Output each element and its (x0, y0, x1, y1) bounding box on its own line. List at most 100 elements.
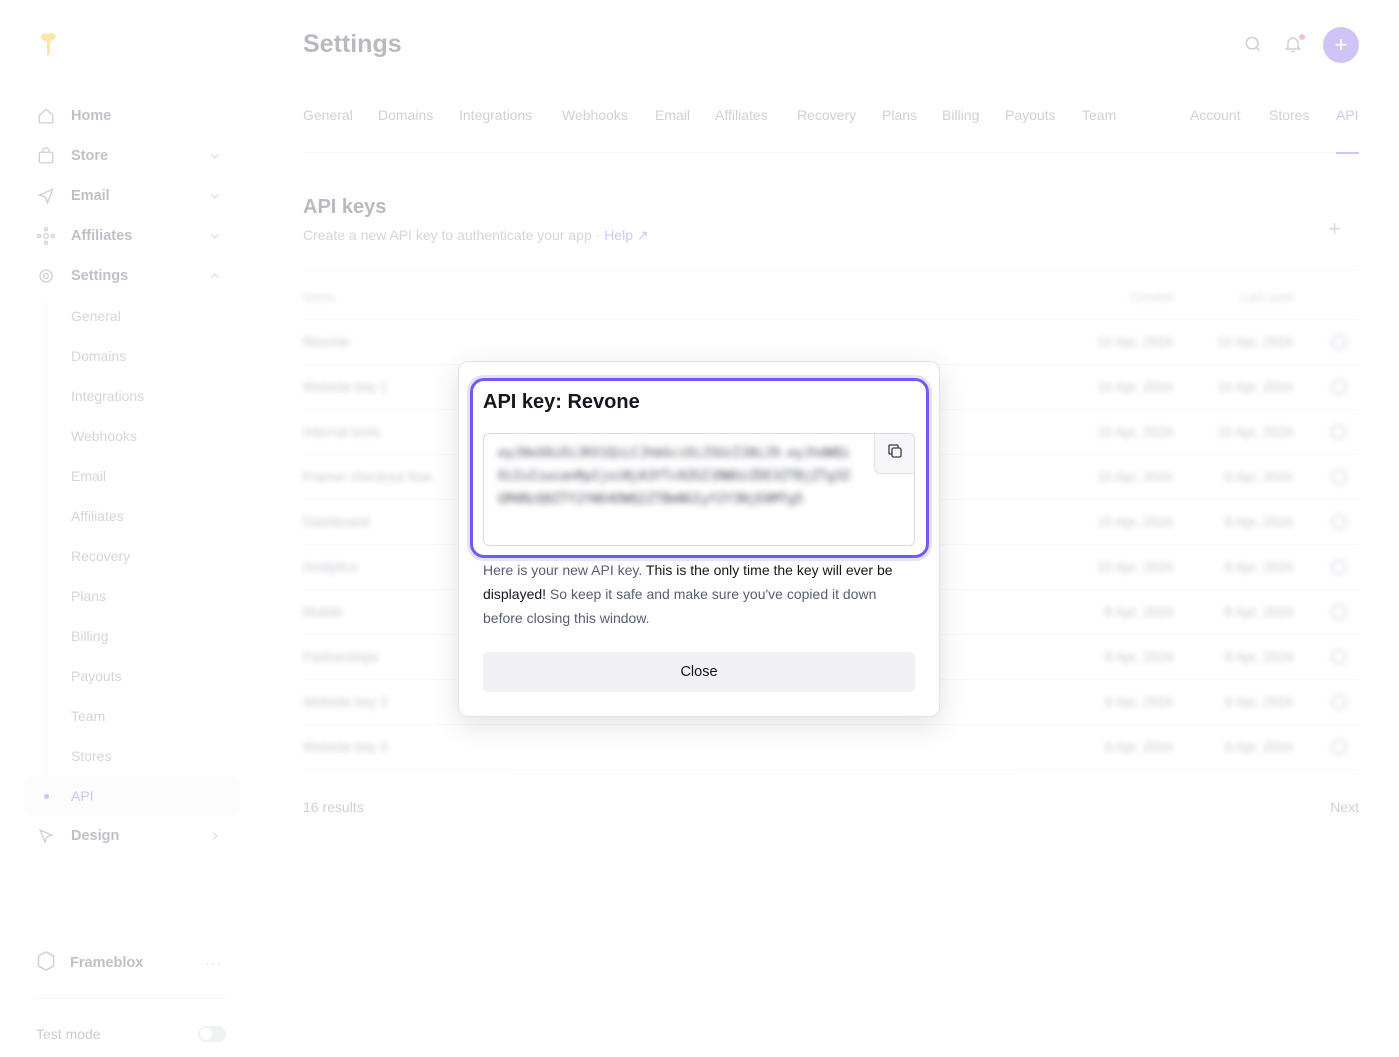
modal-title: API key: Revone (483, 391, 640, 413)
chevron-up-icon[interactable] (208, 269, 222, 283)
tab-billing[interactable]: Billing (942, 107, 979, 153)
api-key-field[interactable]: eyJ0eXAiOiJKV1QiLCJhbGciOiJSUzI1NiJ9.eyJ… (483, 433, 915, 546)
api-key-value[interactable]: eyJ0eXAiOiJKV1QiLCJhbGciOiJSUzI1NiJ9.eyJ… (498, 442, 858, 511)
sidebar-item-settings[interactable]: Settings (24, 256, 240, 296)
row-actions-icon[interactable] (1331, 514, 1347, 530)
sidebar-item-home[interactable]: Home (24, 96, 240, 136)
row-last-used: 8 Apr, 2024 (1224, 559, 1293, 575)
row-name: Mobile (303, 604, 343, 620)
search-icon[interactable] (1243, 34, 1265, 56)
sidebar-item-affiliates[interactable]: Affiliates (24, 216, 240, 256)
network-icon (36, 226, 56, 246)
row-actions-icon[interactable] (1331, 604, 1347, 620)
close-button[interactable]: Close (483, 652, 915, 692)
sidebar-subitem-webhooks[interactable]: Webhooks (24, 416, 240, 456)
row-last-used: 8 Apr, 2024 (1224, 469, 1293, 485)
sidebar-subitem-integrations[interactable]: Integrations (24, 376, 240, 416)
sidebar-subitem-api[interactable]: API (24, 776, 240, 816)
row-created: 10 Apr, 2024 (1097, 514, 1173, 530)
sidebar-item-email[interactable]: Email (24, 176, 240, 216)
workspace-switcher[interactable]: Frameblox ··· (36, 950, 226, 976)
row-actions-icon[interactable] (1331, 649, 1347, 665)
chevron-down-icon[interactable] (208, 189, 222, 203)
row-created: 8 Apr, 2024 (1104, 649, 1173, 665)
section-title: API keys (303, 196, 387, 218)
sidebar-subitem-payouts[interactable]: Payouts (24, 656, 240, 696)
settings-tabs: General Domains Integrations Webhooks Em… (303, 107, 1359, 154)
sidebar-subitem-email[interactable]: Email (24, 456, 240, 496)
row-name: Website key 3 (303, 739, 388, 755)
send-icon (36, 186, 56, 206)
test-mode-row: Test mode (36, 1026, 226, 1042)
row-created: 8 Apr, 2024 (1104, 739, 1173, 755)
row-actions-icon[interactable] (1331, 694, 1347, 710)
settings-submenu: General Domains Integrations Webhooks Em… (24, 296, 240, 816)
row-actions-icon[interactable] (1331, 379, 1347, 395)
tab-email[interactable]: Email (655, 107, 690, 153)
row-actions-icon[interactable] (1331, 469, 1347, 485)
sidebar-subitem-team[interactable]: Team (24, 696, 240, 736)
row-last-used: 8 Apr, 2024 (1224, 604, 1293, 620)
help-link[interactable]: Help ↗ (604, 227, 648, 243)
more-options-icon[interactable]: ··· (205, 955, 222, 971)
row-last-used: 8 Apr, 2024 (1224, 739, 1293, 755)
cursor-icon (36, 826, 56, 846)
row-created: 10 Apr, 2024 (1097, 334, 1173, 350)
row-name: Dashboard (303, 514, 370, 530)
row-created: 10 Apr, 2024 (1097, 469, 1173, 485)
tab-integrations[interactable]: Integrations (459, 107, 532, 153)
tab-plans[interactable]: Plans (882, 107, 917, 153)
row-actions-icon[interactable] (1331, 334, 1347, 350)
test-mode-label: Test mode (36, 1026, 101, 1042)
bell-icon[interactable] (1283, 34, 1305, 56)
row-last-used: 10 Apr, 2024 (1217, 334, 1293, 350)
sidebar-item-label: Store (71, 148, 109, 164)
api-key-modal: API key: Revone eyJ0eXAiOiJKV1QiLCJhbGci… (458, 361, 940, 717)
add-api-key-button[interactable]: + (1328, 216, 1341, 242)
home-icon (36, 106, 56, 126)
create-button[interactable]: + (1323, 27, 1359, 63)
tab-payouts[interactable]: Payouts (1005, 107, 1056, 153)
sidebar-subitem-domains[interactable]: Domains (24, 336, 240, 376)
sidebar-item-design[interactable]: Design (24, 816, 240, 856)
tab-account[interactable]: Account (1190, 107, 1241, 153)
row-created: 10 Apr, 2024 (1097, 424, 1173, 440)
row-actions-icon[interactable] (1331, 559, 1347, 575)
tab-affiliates[interactable]: Affiliates (715, 107, 768, 153)
row-name: Internal tools (303, 424, 381, 440)
sidebar-item-store[interactable]: Store (24, 136, 240, 176)
hexagon-icon (36, 950, 56, 977)
chevron-down-icon[interactable] (208, 149, 222, 163)
brand-logo-icon (36, 30, 60, 58)
copy-button[interactable] (874, 434, 914, 474)
table-row[interactable]: Website key 3 8 Apr, 2024 8 Apr, 2024 (303, 725, 1359, 770)
next-page-button[interactable]: Next (1330, 799, 1359, 815)
tab-webhooks[interactable]: Webhooks (562, 107, 628, 153)
sidebar-subitem-affiliates[interactable]: Affiliates (24, 496, 240, 536)
test-mode-toggle[interactable] (198, 1026, 226, 1042)
row-actions-icon[interactable] (1331, 739, 1347, 755)
tab-stores[interactable]: Stores (1269, 107, 1309, 153)
section-divider (303, 270, 1359, 271)
row-last-used: 8 Apr, 2024 (1224, 694, 1293, 710)
modal-description: Here is your new API key. This is the on… (483, 558, 919, 630)
tab-team[interactable]: Team (1082, 107, 1116, 153)
sidebar-subitem-billing[interactable]: Billing (24, 616, 240, 656)
bag-icon (36, 146, 56, 166)
tab-general[interactable]: General (303, 107, 353, 153)
gear-icon (36, 266, 56, 286)
sidebar-subitem-general[interactable]: General (24, 296, 240, 336)
sidebar-subitem-recovery[interactable]: Recovery (24, 536, 240, 576)
chevron-down-icon[interactable] (208, 229, 222, 243)
tab-domains[interactable]: Domains (378, 107, 433, 153)
sidebar-subitem-stores[interactable]: Stores (24, 736, 240, 776)
sidebar-item-label: Home (71, 108, 112, 124)
row-actions-icon[interactable] (1331, 424, 1347, 440)
tab-api[interactable]: API (1336, 107, 1359, 154)
chevron-right-icon[interactable] (208, 829, 222, 843)
sidebar-subitem-plans[interactable]: Plans (24, 576, 240, 616)
row-created: 8 Apr, 2024 (1104, 604, 1173, 620)
tab-recovery[interactable]: Recovery (797, 107, 856, 153)
table-row[interactable]: Revone 10 Apr, 2024 10 Apr, 2024 (303, 320, 1359, 365)
copy-icon (886, 442, 904, 465)
